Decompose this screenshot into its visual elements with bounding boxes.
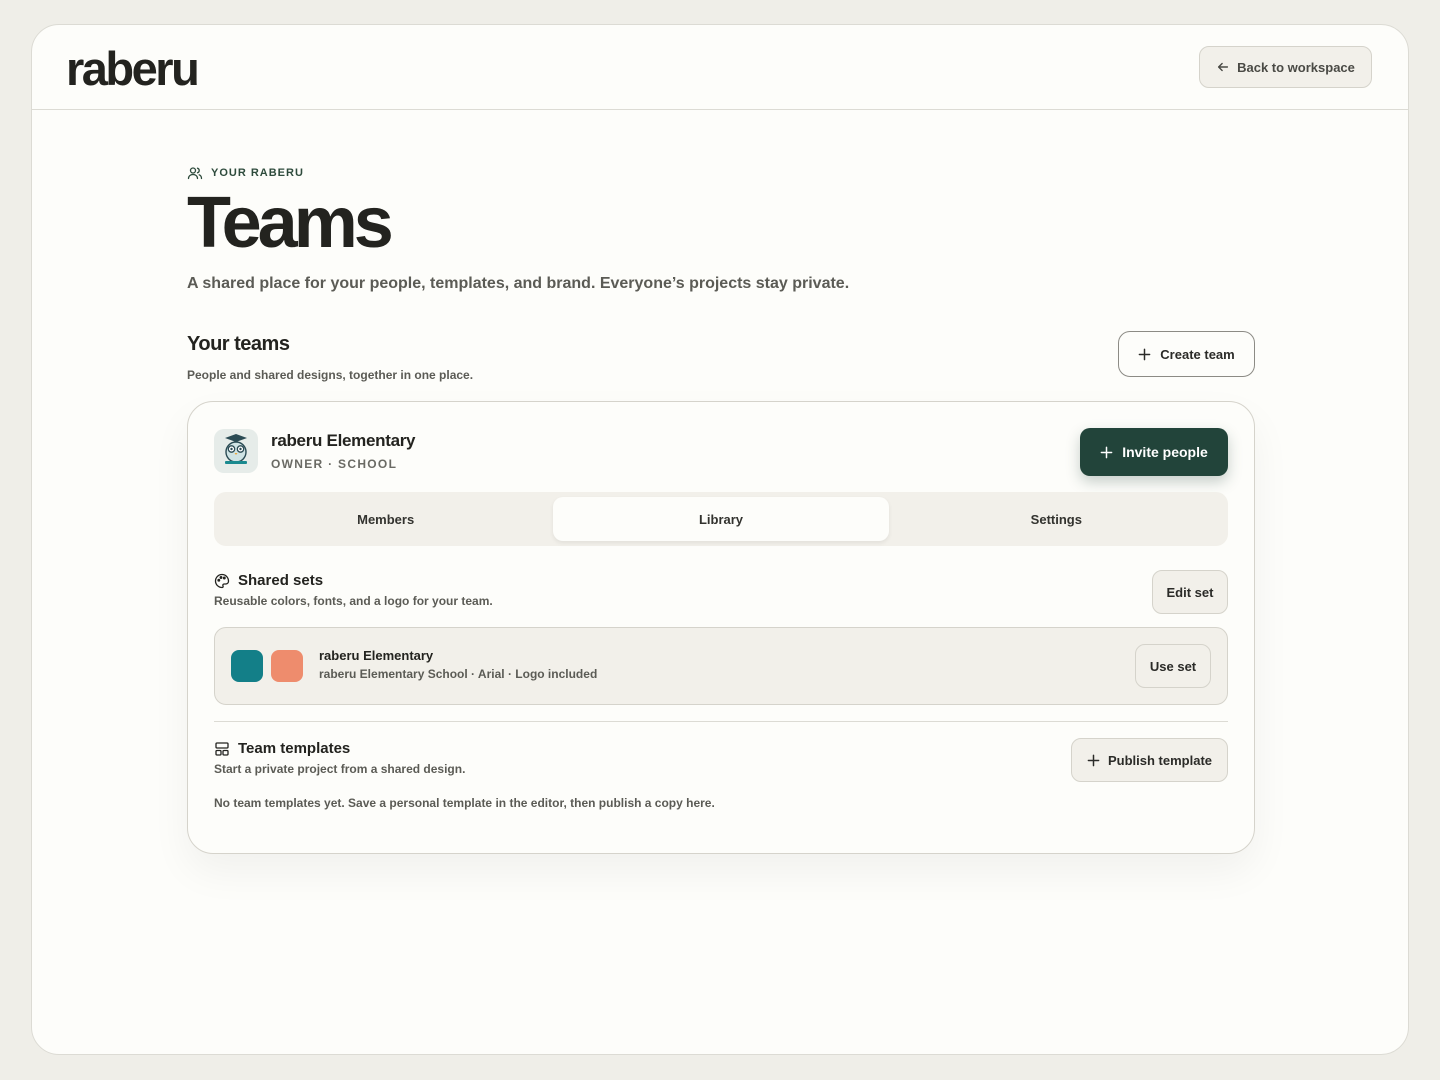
eyebrow-label: YOUR RABERU [211, 167, 304, 179]
invite-people-button[interactable]: Invite people [1080, 428, 1228, 476]
set-name: raberu Elementary [319, 648, 434, 663]
color-swatch-teal [231, 650, 263, 682]
back-to-workspace-button[interactable]: Back to workspace [1199, 46, 1372, 88]
shared-sets-title-text: Shared sets [238, 572, 324, 589]
teams-section-title: Your teams [187, 333, 290, 355]
templates-empty-state: No team templates yet. Save a personal t… [214, 796, 715, 810]
owl-logo-icon [225, 434, 247, 464]
color-swatch-coral [271, 650, 303, 682]
invite-people-label: Invite people [1122, 444, 1208, 460]
use-set-button[interactable]: Use set [1135, 644, 1211, 688]
eyebrow: YOUR RABERU [187, 165, 1255, 181]
shared-sets-section: Shared sets Reusable colors, fonts, and … [214, 572, 493, 608]
app-window: raberu Back to workspace YOUR RABERU Tea… [31, 24, 1409, 1055]
arrow-left-icon [1218, 62, 1229, 72]
team-meta: OWNER · SCHOOL [271, 457, 398, 471]
shared-sets-title: Shared sets [214, 572, 493, 589]
section-divider [214, 721, 1228, 722]
set-meta: raberu Elementary School · Arial · Logo … [319, 667, 598, 681]
teams-section-description: People and shared designs, together in o… [187, 368, 474, 382]
team-templates-section: Team templates Start a private project f… [214, 740, 465, 776]
edit-set-button[interactable]: Edit set [1152, 570, 1228, 614]
palette-icon [214, 573, 230, 588]
app-logo[interactable]: raberu [66, 41, 200, 96]
top-bar: raberu Back to workspace [32, 25, 1408, 110]
team-name: raberu Elementary [271, 431, 416, 450]
teams-section-header: Your teams People and shared designs, to… [187, 331, 1255, 395]
tab-members[interactable]: Members [218, 497, 553, 541]
plus-icon [1100, 446, 1113, 458]
users-icon [187, 167, 203, 180]
tab-library[interactable]: Library [553, 497, 889, 541]
tab-settings[interactable]: Settings [889, 497, 1224, 541]
page-title: Teams [187, 183, 394, 263]
team-tabs: Members Library Settings [214, 492, 1228, 546]
team-templates-title: Team templates [214, 740, 465, 757]
plus-icon [1138, 348, 1151, 360]
layout-icon [215, 741, 229, 756]
shared-set-row[interactable]: raberu Elementary raberu Elementary Scho… [214, 627, 1228, 705]
team-avatar [214, 429, 258, 473]
create-team-button[interactable]: Create team [1118, 331, 1255, 377]
main-content: YOUR RABERU Teams A shared place for you… [187, 165, 1255, 854]
team-templates-title-text: Team templates [238, 740, 351, 757]
team-card: raberu Elementary OWNER · SCHOOL Invite … [187, 401, 1255, 854]
team-header: raberu Elementary OWNER · SCHOOL [214, 429, 416, 473]
publish-template-label: Publish template [1107, 752, 1213, 768]
plus-icon [1087, 754, 1100, 766]
publish-template-button[interactable]: Publish template [1071, 738, 1228, 782]
back-to-workspace-label: Back to workspace [1237, 59, 1355, 75]
team-templates-description: Start a private project from a shared de… [214, 762, 466, 776]
shared-sets-description: Reusable colors, fonts, and a logo for y… [214, 594, 493, 608]
create-team-label: Create team [1160, 346, 1235, 362]
page-subtitle: A shared place for your people, template… [187, 275, 850, 292]
